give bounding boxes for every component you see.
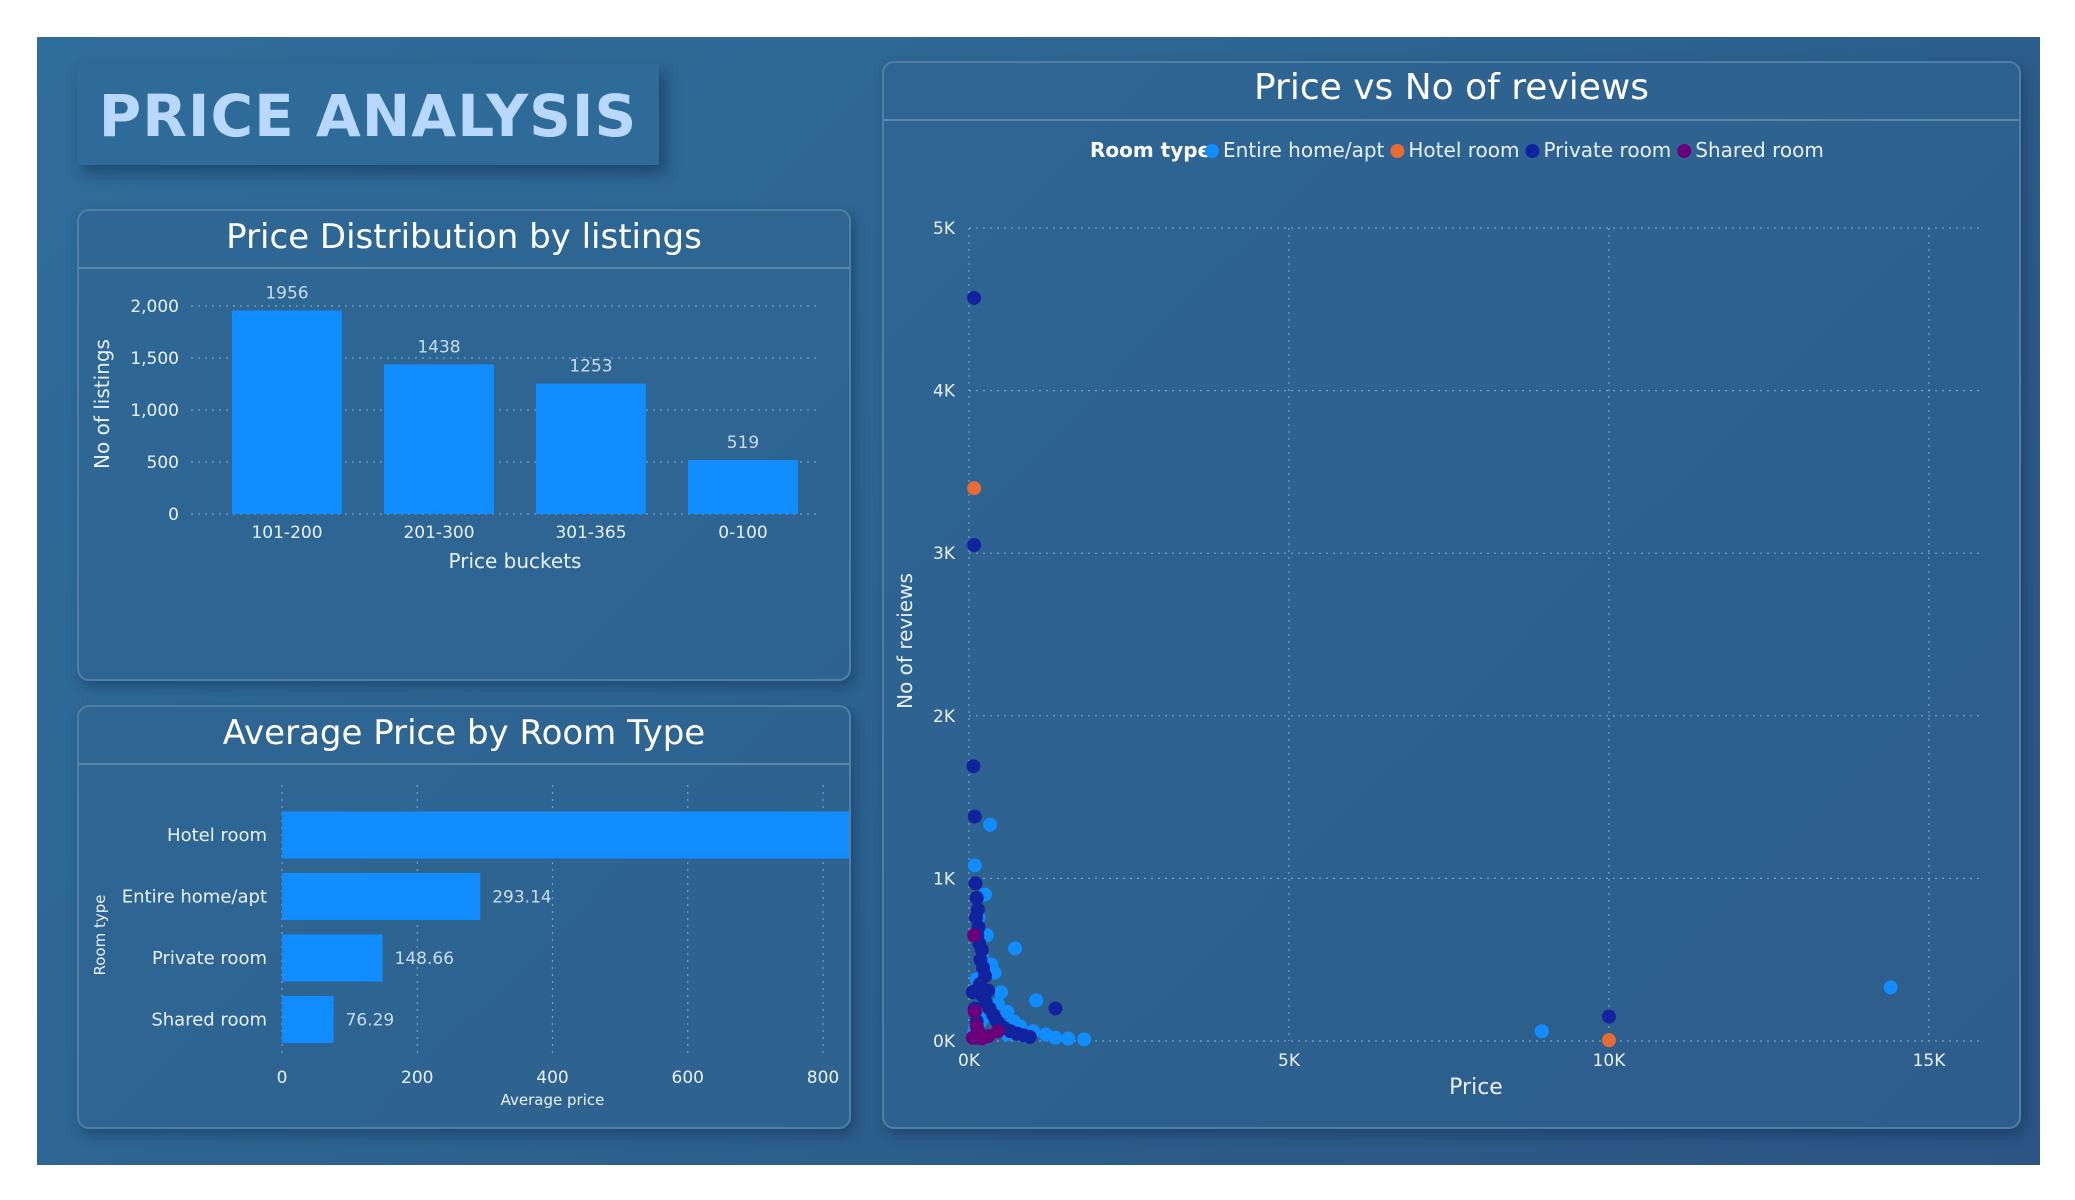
point-private <box>966 759 981 774</box>
x-tick-label: 301-365 <box>555 523 626 543</box>
point-entire <box>967 858 982 873</box>
point-shared <box>990 1024 1005 1039</box>
data-label: 1253 <box>569 357 612 377</box>
y-axis-title: No of listings <box>90 339 114 469</box>
dashboard-canvas: PRICE ANALYSIS Price Distribution by lis… <box>37 37 2040 1165</box>
bar-0-100 <box>688 460 798 514</box>
price-distribution-panel: Price Distribution by listings 0 500 1,000… <box>77 209 851 681</box>
point-entire <box>1038 1027 1053 1042</box>
x-tick-label: 400 <box>536 1068 568 1088</box>
bar-201-300 <box>384 364 494 514</box>
y-axis-title: No of reviews <box>893 573 917 709</box>
price-vs-reviews-title: Price vs No of reviews <box>1253 67 1650 108</box>
point-shared <box>965 1030 980 1045</box>
y-tick-label: Entire home/apt <box>122 887 267 908</box>
y-tick-label: 2,000 <box>130 297 179 317</box>
y-tick-label: 500 <box>147 453 179 473</box>
legend-label: Shared room <box>1695 138 1824 162</box>
point-entire <box>1077 1032 1092 1047</box>
point-private <box>967 538 982 553</box>
point-private <box>1602 1009 1616 1024</box>
price-distribution-chart: 0 500 1,000 1,500 2,000 1956 101-200 1438 201-30… <box>90 284 819 573</box>
point-hotel <box>967 481 982 496</box>
bar-Hotel room <box>282 811 849 859</box>
bar-301-365 <box>536 383 646 514</box>
legend-marker-entire <box>1205 144 1219 158</box>
y-tick-label: 0 <box>168 505 179 525</box>
x-tick-label: 800 <box>807 1068 839 1088</box>
data-label: 148.66 <box>395 949 454 969</box>
x-tick-label: 10K <box>1593 1051 1627 1071</box>
point-hotel <box>1602 1033 1616 1048</box>
point-private <box>967 809 982 824</box>
y-tick-label: 5K <box>933 219 956 239</box>
average-price-panel: Average Price by Room Type 0 200 400 600 800… <box>77 705 851 1129</box>
y-tick-label: Private room <box>152 948 267 969</box>
point-entire <box>1008 941 1023 956</box>
point-shared <box>967 928 982 943</box>
x-tick-label: 200 <box>401 1068 433 1088</box>
bar-Entire home/apt <box>282 873 481 920</box>
legend-marker-shared <box>1677 144 1692 158</box>
price-vs-reviews-panel: Price vs No of reviews Room type Entire h… <box>882 61 2021 1129</box>
price-vs-reviews-chart: Room type Entire home/apt Hotel room Privat… <box>893 138 1984 1100</box>
point-private <box>1048 1001 1063 1016</box>
price-distribution-title: Price Distribution by listings <box>226 217 702 257</box>
x-tick-label: 5K <box>1278 1051 1301 1071</box>
average-price-title: Average Price by Room Type <box>222 713 706 753</box>
legend-label: Private room <box>1543 138 1671 162</box>
data-label: 293.14 <box>492 888 551 908</box>
x-tick-label: 600 <box>672 1068 704 1088</box>
y-tick-label: 0K <box>933 1032 956 1052</box>
point-private <box>968 876 983 891</box>
legend-label: Hotel room <box>1408 138 1519 162</box>
point-entire <box>1029 993 1044 1008</box>
y-tick-label: Hotel room <box>167 825 267 846</box>
x-axis-title: Price buckets <box>449 549 582 573</box>
bar-101-200 <box>232 310 342 514</box>
point-shared <box>967 1004 982 1019</box>
data-label: 76.29 <box>346 1011 395 1031</box>
y-tick-label: 1,000 <box>130 401 179 421</box>
data-label: 1956 <box>265 284 308 304</box>
legend-label: Entire home/apt <box>1223 138 1385 162</box>
point-entire <box>1534 1024 1549 1039</box>
data-label: 519 <box>727 433 759 453</box>
y-tick-label: Shared room <box>151 1010 267 1031</box>
x-tick-label: 0-100 <box>718 523 767 543</box>
x-tick-label: 15K <box>1913 1051 1947 1071</box>
legend-marker-private <box>1525 144 1540 158</box>
bar-Private room <box>282 934 383 982</box>
point-entire <box>1883 980 1898 995</box>
x-tick-label: 101-200 <box>251 523 322 543</box>
x-tick-label: 0K <box>958 1051 981 1071</box>
point-private <box>967 290 982 305</box>
x-tick-label: 201-300 <box>403 523 474 543</box>
dashboard-title: PRICE ANALYSIS <box>98 82 638 150</box>
bar-Shared room <box>282 996 334 1043</box>
point-entire <box>1061 1031 1076 1046</box>
dashboard-title-box: PRICE ANALYSIS <box>77 64 659 165</box>
x-tick-label: 0 <box>277 1068 288 1088</box>
point-private <box>1022 1029 1037 1044</box>
x-axis-title: Price <box>1449 1075 1503 1100</box>
point-private <box>965 985 980 1000</box>
y-tick-label: 1,500 <box>130 349 179 369</box>
legend-marker-hotel <box>1390 144 1405 158</box>
y-tick-label: 3K <box>933 544 956 564</box>
x-axis-title: Average price <box>501 1091 605 1109</box>
average-price-chart: 0200400600800845.12Hotel room293.14Entir… <box>91 785 849 1109</box>
data-label: 1438 <box>417 337 460 357</box>
y-axis-title: Room type <box>91 895 109 976</box>
y-tick-label: 2K <box>933 707 956 727</box>
y-tick-label: 1K <box>933 869 956 889</box>
legend-title: Room type <box>1090 138 1211 162</box>
point-entire <box>983 817 998 832</box>
y-tick-label: 4K <box>933 382 956 402</box>
